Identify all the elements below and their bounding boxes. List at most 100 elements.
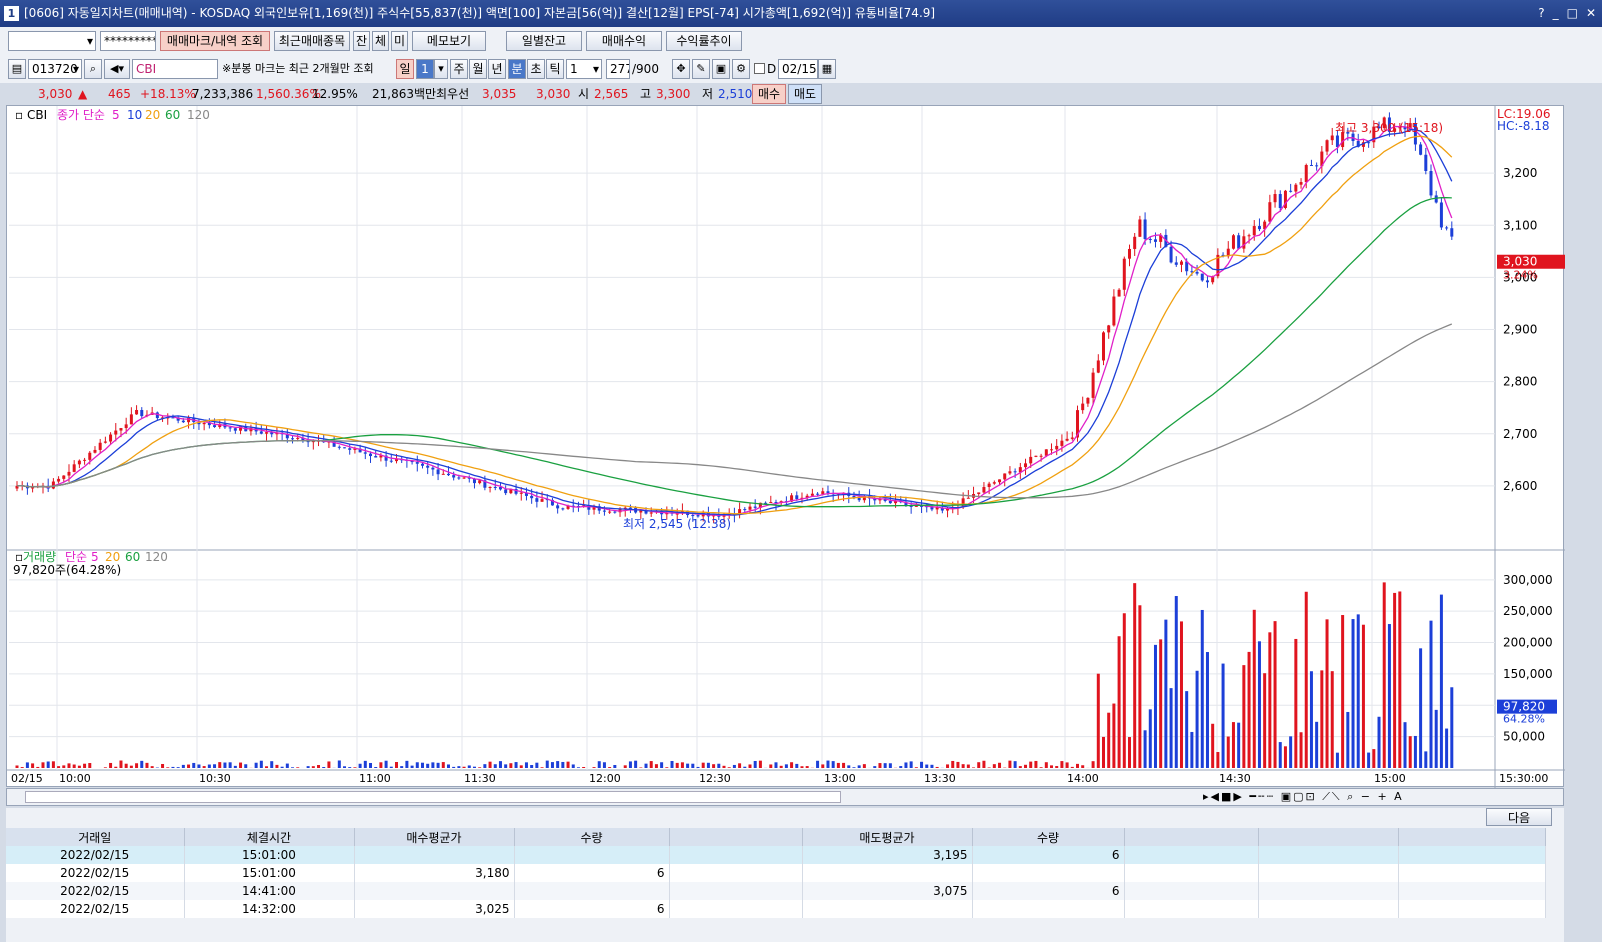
candle-body (67, 471, 71, 476)
volume-bar (1133, 583, 1137, 768)
volume-bar (888, 763, 892, 768)
candle-body (1003, 473, 1007, 480)
period-year-button[interactable]: 년 (488, 59, 506, 79)
volume-bar (280, 766, 284, 768)
candle-body (998, 479, 1002, 483)
candle-body (488, 486, 492, 488)
minimize-icon[interactable]: _ (1553, 0, 1559, 27)
candle-body (1096, 360, 1100, 373)
search-icon[interactable]: ⌕ (84, 59, 102, 79)
chart-svg[interactable]: 3,2003,1003,0002,9002,8002,7002,600300,0… (7, 106, 1565, 788)
candle-body (72, 464, 76, 472)
next-button[interactable]: 다음 (1486, 808, 1552, 826)
volume-bar (1387, 624, 1391, 768)
volume-bar (140, 760, 144, 768)
table-cell (669, 882, 803, 900)
volume-bar (135, 763, 139, 768)
volume-bar (1450, 687, 1454, 768)
chart-area[interactable]: 3,200 3,100 3,000 2,900 2,800 2,700 2,600 300,0… (6, 105, 1565, 788)
candle-body (1143, 219, 1147, 240)
layout-icon[interactable]: ▤ (8, 59, 26, 79)
table-cell: 2022/02/15 (6, 846, 185, 864)
candle-body (1273, 194, 1277, 203)
stock-code-input[interactable]: 013720 ▾ (28, 59, 82, 79)
recent-trade-button[interactable]: 최근매매종목 (274, 31, 350, 51)
buy-button[interactable]: 매수 (752, 84, 786, 104)
low-annotation: 최저 2,545 (12:38) (623, 517, 731, 531)
volume-bar (1299, 732, 1303, 768)
candle-body (181, 420, 185, 423)
chart-tool-icons[interactable]: ▸◀■▶ ━╌┄ ▣▢⊡ ⟋⟍ ⌕ − + A (1203, 789, 1563, 805)
period-day-button[interactable]: 일 (396, 59, 414, 79)
mi-button[interactable]: 미 (391, 31, 408, 51)
volume-bar (987, 767, 991, 768)
interval-select[interactable]: 1 ▾ (566, 59, 602, 79)
memo-button[interactable]: 메모보기 (412, 31, 486, 51)
account-select[interactable]: ▾ (8, 31, 96, 51)
date-input[interactable]: 02/15 (778, 59, 818, 79)
vol-legend-name: 거래량 (23, 550, 56, 564)
table-cell: 15:01:00 (184, 864, 355, 882)
table-row[interactable]: 2022/02/15 15:01:00 3,180 6 (6, 864, 1546, 882)
volume-bar (1185, 691, 1189, 768)
volume-bar (909, 761, 913, 768)
table-row[interactable]: 2022/02/15 14:32:00 3,025 6 (6, 900, 1546, 918)
candle-body (259, 431, 263, 434)
jan-button[interactable]: 잔 (353, 31, 370, 51)
volume-bar (46, 761, 50, 768)
candle-body (124, 424, 128, 429)
sell-button[interactable]: 매도 (788, 84, 822, 104)
speaker-icon[interactable]: ◀▾ (104, 59, 130, 79)
scroll-track[interactable] (25, 791, 841, 803)
chart-scrollbar[interactable]: ▸◀■▶ ━╌┄ ▣▢⊡ ⟋⟍ ⌕ − + A (6, 788, 1564, 806)
crosshair-icon[interactable]: ✥ (672, 59, 690, 79)
period-month-button[interactable]: 월 (469, 59, 487, 79)
candle-body (337, 446, 341, 448)
count-input[interactable]: 277 (606, 59, 630, 79)
time-label: 10:00 (59, 772, 91, 785)
stock-name-field[interactable]: CBI (132, 59, 218, 79)
password-field[interactable]: ********* (100, 31, 156, 51)
vol-marker-pct: 64.28% (1503, 713, 1545, 726)
d-checkbox[interactable] (754, 63, 765, 74)
volume-bar (535, 762, 539, 768)
close-icon[interactable]: ✕ (1586, 0, 1596, 27)
current-price: 3,030 (38, 87, 73, 101)
calendar-icon[interactable]: ▦ (818, 59, 836, 79)
candle-body (369, 453, 373, 457)
period-value[interactable]: 1 (416, 59, 434, 79)
candle-body (1335, 135, 1339, 148)
volume-bar (831, 761, 835, 768)
minute-mark-note: ※분봉 마크는 최근 2개월만 조회 (222, 62, 374, 75)
candle-body (1200, 273, 1204, 281)
table-row[interactable]: 2022/02/15 15:01:00 3,195 6 (6, 846, 1546, 864)
candle-body (31, 487, 35, 489)
trade-mark-button[interactable]: 매매마크/내역 조회 (160, 31, 270, 51)
candle-body (1107, 325, 1111, 333)
save-icon[interactable]: ▣ (712, 59, 730, 79)
help-icon[interactable]: ? (1538, 0, 1544, 27)
trade-profit-button[interactable]: 매매수익 (586, 31, 662, 51)
gear-icon[interactable]: ⚙ (732, 59, 750, 79)
price-tick-label: 3,200 (1503, 166, 1537, 180)
che-button[interactable]: 체 (372, 31, 389, 51)
chevron-down-icon[interactable]: ▾ (434, 59, 448, 79)
candle-body (478, 480, 482, 484)
candle-body (743, 509, 747, 511)
candle-body (493, 486, 497, 488)
period-week-button[interactable]: 주 (450, 59, 468, 79)
volume-bar (862, 764, 866, 768)
volume-bar (25, 762, 29, 768)
draw-icon[interactable]: ✎ (692, 59, 710, 79)
volume-bar (244, 764, 248, 768)
table-cell: 2022/02/15 (6, 900, 185, 918)
table-row[interactable]: 2022/02/15 14:41:00 3,075 6 (6, 882, 1546, 900)
period-tick-button[interactable]: 틱 (546, 59, 564, 79)
return-trend-button[interactable]: 수익률추이 (666, 31, 742, 51)
period-second-button[interactable]: 초 (527, 59, 545, 79)
daily-balance-button[interactable]: 일별잔고 (506, 31, 582, 51)
period-minute-button[interactable]: 분 (508, 59, 526, 79)
maximize-icon[interactable]: □ (1567, 0, 1578, 27)
volume-bar (213, 764, 217, 768)
volume-bar (556, 761, 560, 768)
